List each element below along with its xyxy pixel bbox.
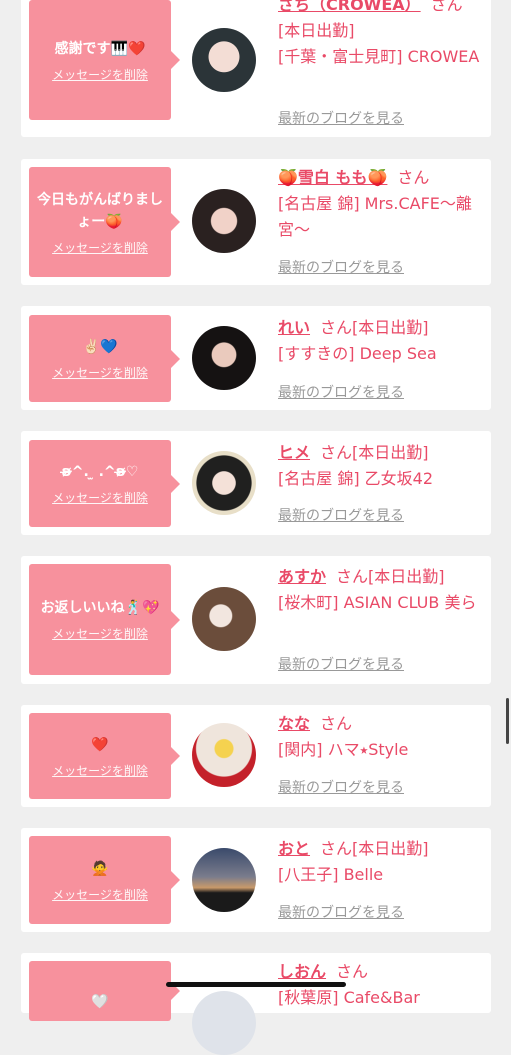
profile-name-link[interactable]: 🍑雪白 もも🍑 [278, 168, 387, 187]
avatar[interactable] [192, 28, 256, 92]
message-card: お返しいいね🕺💖 メッセージを削除 あすか さん[本日出勤] [桜木町] ASIA… [21, 556, 491, 684]
message-bubble: お返しいいね🕺💖 メッセージを削除 [29, 564, 180, 675]
message-text: ʚ̴̶̷^. ̫ .^ʚ̴̶̷♡ [61, 464, 139, 480]
latest-blog-link[interactable]: 最新のブログを見る [278, 382, 404, 402]
message-text: ✌🏻💙 [82, 339, 118, 355]
profile-info: さち（CROWEA） さん [本日出勤] [千葉・富士見町] CROWEA [278, 0, 484, 70]
shop-info: [名古屋 錦] 乙女坂42 [278, 469, 434, 488]
delete-message-link[interactable]: メッセージを削除 [52, 66, 148, 83]
shop-info: [関内] ハマ⭑Style [278, 740, 409, 759]
message-card: 感謝です🎹❤️ メッセージを削除 さち（CROWEA） さん [本日出勤] [千葉… [21, 0, 491, 137]
delete-message-link[interactable]: メッセージを削除 [52, 625, 148, 642]
honorific: さん [320, 443, 353, 462]
profile-name-link[interactable]: ヒメ [278, 443, 310, 462]
profile-name-link[interactable]: さち（CROWEA） [278, 0, 421, 14]
delete-message-link[interactable]: メッセージを削除 [52, 239, 148, 256]
profile-name-link[interactable]: おと [278, 839, 310, 858]
message-bubble: 🙅 メッセージを削除 [29, 836, 180, 924]
message-bubble: 今日もがんばりましょー🍑 メッセージを削除 [29, 167, 180, 277]
honorific: さん [336, 962, 369, 981]
profile-name-link[interactable]: なな [278, 714, 310, 733]
shop-info: [桜木町] ASIAN CLUB 美ら [278, 593, 477, 612]
shop-info: [秋葉原] Cafe&Bar [278, 988, 420, 1007]
honorific: さん [336, 567, 369, 586]
shop-info: [本日出勤] [千葉・富士見町] CROWEA [278, 21, 480, 66]
latest-blog-link[interactable]: 最新のブログを見る [278, 902, 404, 922]
avatar[interactable] [192, 848, 256, 912]
profile-name-link[interactable]: れい [278, 318, 310, 337]
honorific: さん [320, 839, 353, 858]
message-card: ✌🏻💙 メッセージを削除 れい さん[本日出勤] [すすきの] Deep Sea … [21, 306, 491, 410]
message-card: ❤️ メッセージを削除 なな さん [関内] ハマ⭑Style 最新のブログを見る [21, 705, 491, 807]
profile-info: れい さん[本日出勤] [すすきの] Deep Sea [278, 315, 484, 367]
latest-blog-link[interactable]: 最新のブログを見る [278, 108, 404, 128]
home-indicator[interactable] [166, 982, 346, 987]
avatar[interactable] [192, 189, 256, 253]
avatar[interactable] [192, 451, 256, 515]
latest-blog-link[interactable]: 最新のブログを見る [278, 654, 404, 674]
attendance-status: [本日出勤] [368, 567, 445, 586]
profile-info: おと さん[本日出勤] [八王子] Belle [278, 836, 484, 888]
message-bubble: 感謝です🎹❤️ メッセージを削除 [29, 0, 180, 120]
delete-message-link[interactable]: メッセージを削除 [52, 886, 148, 903]
message-card: 🙅 メッセージを削除 おと さん[本日出勤] [八王子] Belle 最新のブログ… [21, 828, 491, 932]
message-bubble: ✌🏻💙 メッセージを削除 [29, 315, 180, 402]
shop-info: [すすきの] Deep Sea [278, 344, 437, 363]
latest-blog-link[interactable]: 最新のブログを見る [278, 257, 404, 277]
honorific: さん [430, 0, 463, 14]
message-bubble: ❤️ メッセージを削除 [29, 713, 180, 799]
delete-message-link[interactable]: メッセージを削除 [52, 762, 148, 779]
latest-blog-link[interactable]: 最新のブログを見る [278, 777, 404, 797]
message-card: ʚ̴̶̷^. ̫ .^ʚ̴̶̷♡ メッセージを削除 ヒメ さん[本日出勤] [名古… [21, 431, 491, 535]
profile-info: なな さん [関内] ハマ⭑Style [278, 711, 484, 763]
profile-info: ヒメ さん[本日出勤] [名古屋 錦] 乙女坂42 [278, 440, 484, 492]
attendance-status: [本日出勤] [352, 318, 429, 337]
honorific: さん [320, 318, 353, 337]
latest-blog-link[interactable]: 最新のブログを見る [278, 505, 404, 525]
avatar[interactable] [192, 587, 256, 651]
message-text: ❤️ [91, 736, 109, 753]
message-text: 今日もがんばりましょー🍑 [37, 191, 163, 230]
message-text: 🙅 [91, 860, 109, 877]
profile-name-link[interactable]: しおん [278, 962, 326, 981]
shop-info: [八王子] Belle [278, 865, 384, 884]
shop-info: [名古屋 錦] Mrs.CAFE〜離宮〜 [278, 194, 472, 239]
profile-info: 🍑雪白 もも🍑 さん [名古屋 錦] Mrs.CAFE〜離宮〜 [278, 165, 484, 243]
avatar[interactable] [192, 991, 256, 1055]
message-text: 🤍 [91, 994, 109, 1010]
delete-message-link[interactable]: メッセージを削除 [52, 489, 148, 506]
delete-message-link[interactable]: メッセージを削除 [52, 364, 148, 381]
message-bubble: ʚ̴̶̷^. ̫ .^ʚ̴̶̷♡ メッセージを削除 [29, 440, 180, 527]
profile-name-link[interactable]: あすか [278, 567, 326, 586]
message-card: 今日もがんばりましょー🍑 メッセージを削除 🍑雪白 もも🍑 さん [名古屋 錦] … [21, 159, 491, 285]
attendance-status: [本日出勤] [352, 839, 429, 858]
avatar[interactable] [192, 326, 256, 390]
honorific: さん [397, 168, 430, 187]
message-text: お返しいいね🕺💖 [40, 600, 160, 616]
avatar[interactable] [192, 723, 256, 787]
honorific: さん [320, 714, 353, 733]
attendance-status: [本日出勤] [352, 443, 429, 462]
scrollbar[interactable] [506, 698, 509, 744]
profile-info: あすか さん[本日出勤] [桜木町] ASIAN CLUB 美ら [278, 564, 484, 616]
message-text: 感謝です🎹❤️ [54, 40, 146, 57]
message-bubble: 🤍 [29, 961, 180, 1021]
